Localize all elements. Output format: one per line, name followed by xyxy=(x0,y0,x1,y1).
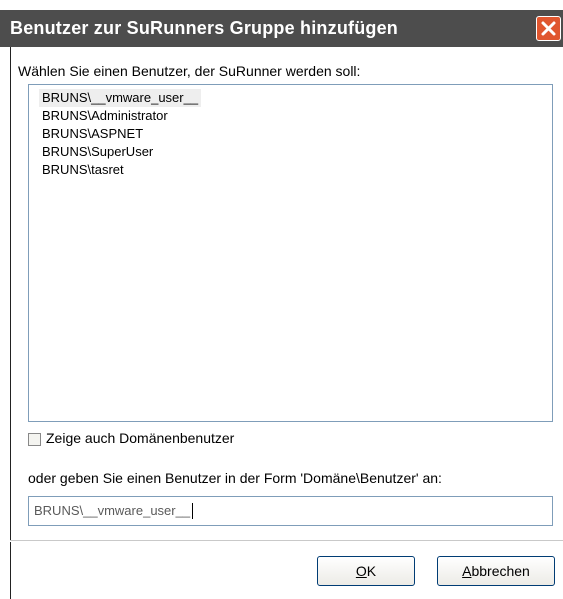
list-item-user[interactable]: BRUNS\__vmware_user__ xyxy=(39,89,202,107)
user-entry-field[interactable]: BRUNS\__vmware_user__ xyxy=(28,496,553,526)
manual-entry-label: oder geben Sie einen Benutzer in der For… xyxy=(28,470,442,486)
window-title: Benutzer zur SuRunners Gruppe hinzufügen xyxy=(10,18,399,38)
close-x-icon xyxy=(541,21,556,36)
ok-label-rest: K xyxy=(366,563,377,579)
cancel-button[interactable]: Abbrechen xyxy=(437,556,555,586)
top-strip xyxy=(0,0,563,10)
user-entry-value[interactable]: BRUNS\__vmware_user__ xyxy=(34,503,194,519)
title-bar[interactable]: Benutzer zur SuRunners Gruppe hinzufügen xyxy=(0,10,563,47)
list-item-user[interactable]: BRUNS\ASPNET xyxy=(39,125,146,143)
show-domain-users-label[interactable]: Zeige auch Domänenbenutzer xyxy=(46,430,234,446)
ok-button[interactable]: OK xyxy=(317,556,415,586)
select-user-prompt: Wählen Sie einen Benutzer, der SuRunner … xyxy=(18,63,361,79)
close-button[interactable] xyxy=(536,16,561,41)
ok-mnemonic: O xyxy=(355,563,367,579)
list-item-user[interactable]: BRUNS\SuperUser xyxy=(39,143,156,161)
user-listbox[interactable]: BRUNS\__vmware_user__ BRUNS\Administrato… xyxy=(28,84,553,422)
list-item-user[interactable]: BRUNS\tasret xyxy=(39,161,127,179)
dialog-window: Benutzer zur SuRunners Gruppe hinzufügen… xyxy=(0,0,563,599)
show-domain-users-checkbox[interactable] xyxy=(28,433,41,446)
list-item-user[interactable]: BRUNS\Administrator xyxy=(39,107,171,125)
cancel-label-rest: bbrechen xyxy=(471,563,530,579)
divider xyxy=(10,540,563,542)
